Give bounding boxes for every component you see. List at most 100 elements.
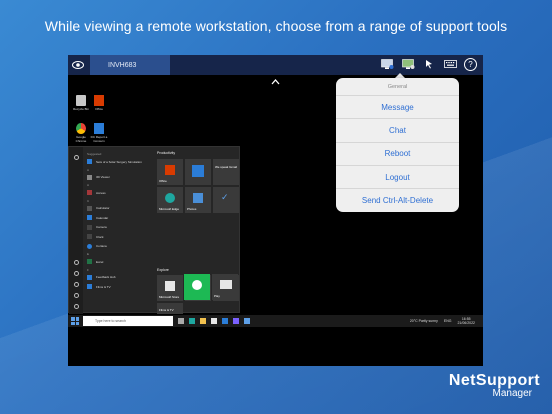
pictures-icon[interactable] [73, 282, 79, 287]
support-tools-menu: General Message Chat Reboot Logout Send … [336, 78, 459, 212]
weather-status[interactable]: 20°C Partly sunny [410, 319, 438, 323]
tile[interactable]: Office [157, 159, 183, 185]
app-icon [87, 259, 92, 265]
desktop-icon-report-concern[interactable]: DC Report a Concern [89, 123, 109, 143]
edge-icon [165, 193, 175, 203]
collapse-toolbar-icon[interactable] [271, 77, 280, 87]
list-item[interactable]: 3D Viewer [83, 173, 153, 183]
netsupport-logo-icon[interactable] [68, 55, 88, 75]
tile[interactable]: ✓ [213, 187, 239, 213]
photos-icon [193, 193, 203, 203]
hamburger-icon[interactable] [73, 155, 79, 160]
monitor-message-icon[interactable] [380, 57, 394, 71]
settings-icon[interactable] [73, 293, 79, 298]
mail-icon[interactable] [222, 318, 228, 324]
remote-toolbar: INVH683 ? [68, 55, 483, 75]
help-icon[interactable]: ? [464, 57, 477, 71]
menu-item-chat[interactable]: Chat [336, 118, 459, 141]
tile-label: Photos [187, 207, 197, 211]
teams-icon[interactable] [233, 318, 239, 324]
list-item-label: Cortana [96, 244, 107, 249]
play-icon [220, 280, 232, 289]
netsupport-taskbar-icon[interactable] [244, 318, 250, 324]
list-item[interactable]: Sets of a Solar Surgery Simulation [83, 157, 153, 167]
list-item-label: Calendar [96, 215, 109, 220]
list-item-label: Clock [96, 234, 104, 239]
list-item-label: Camera [96, 225, 107, 230]
report-concern-icon [94, 123, 104, 134]
tile[interactable]: Photos [185, 187, 211, 213]
tile-label: Office [159, 179, 167, 183]
app-icon [87, 159, 92, 165]
tile[interactable]: Films & TV [157, 303, 183, 314]
tile[interactable] [184, 274, 210, 300]
list-item[interactable]: Excel [83, 257, 153, 267]
app-icon [87, 224, 92, 230]
list-item-label: Excel [96, 259, 104, 264]
documents-icon[interactable] [73, 271, 79, 276]
language-indicator[interactable]: ENG [444, 319, 452, 323]
list-item[interactable]: Cortana [83, 242, 153, 252]
menu-item-reboot[interactable]: Reboot [336, 141, 459, 165]
list-item-label: Films & TV [96, 284, 111, 289]
office-icon [165, 165, 175, 175]
list-item[interactable]: Camera [83, 223, 153, 233]
app-icon [87, 274, 92, 280]
list-item[interactable]: Feedback Hub [83, 273, 153, 283]
tile[interactable]: Microsoft Store [157, 275, 183, 301]
list-item[interactable]: Clock [83, 232, 153, 242]
page-headline: While viewing a remote workstation, choo… [44, 18, 508, 34]
list-item-label: Sets of a Solar Surgery Simulation [96, 159, 142, 164]
start-rail [69, 147, 83, 314]
store-icon [165, 281, 175, 291]
task-view-icon[interactable] [178, 318, 184, 324]
menu-item-logout[interactable]: Logout [336, 164, 459, 188]
start-app-list: Suggested Sets of a Solar Surgery Simula… [83, 151, 153, 292]
clock[interactable]: 16:55 21/06/2022 [457, 317, 475, 325]
list-item-label: Access [96, 190, 106, 195]
menu-item-message[interactable]: Message [336, 95, 459, 118]
app-icon [87, 205, 92, 211]
app-icon [87, 190, 92, 196]
list-item[interactable]: Films & TV [83, 282, 153, 292]
desktop-icon-label: Office [95, 107, 103, 111]
tile-label: Microsoft Store [159, 295, 180, 299]
edge-icon[interactable] [189, 318, 195, 324]
store-icon[interactable] [211, 318, 217, 324]
menu-item-send-ctrl-alt-delete[interactable]: Send Ctrl-Alt-Delete [336, 188, 459, 211]
chrome-icon [76, 123, 86, 134]
list-item-label: Feedback Hub [96, 275, 116, 280]
desktop-icon-office[interactable]: Office [89, 95, 109, 111]
desktop-icon-label: DC Report a Concern [90, 135, 108, 143]
app-icon [87, 243, 92, 249]
remote-view-window[interactable]: INVH683 ? Recycle Bin Office Google Chro… [68, 55, 483, 366]
app-icon [87, 215, 92, 221]
windows-start-icon[interactable] [71, 317, 79, 325]
tile[interactable]: Microsoft Edge [157, 187, 183, 213]
brand-logo: NetSupport Manager [449, 372, 540, 399]
remote-taskbar: Type here to search 20°C Partly sunny EN… [68, 315, 483, 327]
list-item[interactable]: Access [83, 188, 153, 198]
clock-date: 21/06/2022 [457, 321, 475, 325]
desktop-icon-chrome[interactable]: Google Chrome [71, 123, 91, 143]
app-icon [87, 174, 92, 180]
file-explorer-icon[interactable] [200, 318, 206, 324]
pointer-icon[interactable] [422, 57, 436, 71]
keyboard-icon[interactable] [443, 57, 457, 71]
list-item[interactable]: Calculator [83, 204, 153, 214]
power-icon[interactable] [73, 304, 79, 309]
taskbar-apps [178, 318, 250, 324]
user-icon[interactable] [73, 260, 79, 265]
spotify-icon [192, 280, 202, 290]
app-icon [87, 284, 92, 290]
tile-label: Play [214, 294, 220, 298]
desktop-icon-label: Recycle Bin [73, 107, 89, 111]
taskbar-search-input[interactable]: Type here to search [83, 316, 173, 326]
list-item[interactable]: Calendar [83, 213, 153, 223]
tile[interactable] [185, 159, 211, 185]
desktop-icon-recycle-bin[interactable]: Recycle Bin [71, 95, 91, 111]
tile[interactable]: Play [212, 274, 238, 300]
tab-workstation[interactable]: INVH683 [90, 55, 170, 75]
tile-group-header: Productivity [157, 151, 176, 155]
monitor-settings-icon[interactable] [401, 57, 415, 71]
